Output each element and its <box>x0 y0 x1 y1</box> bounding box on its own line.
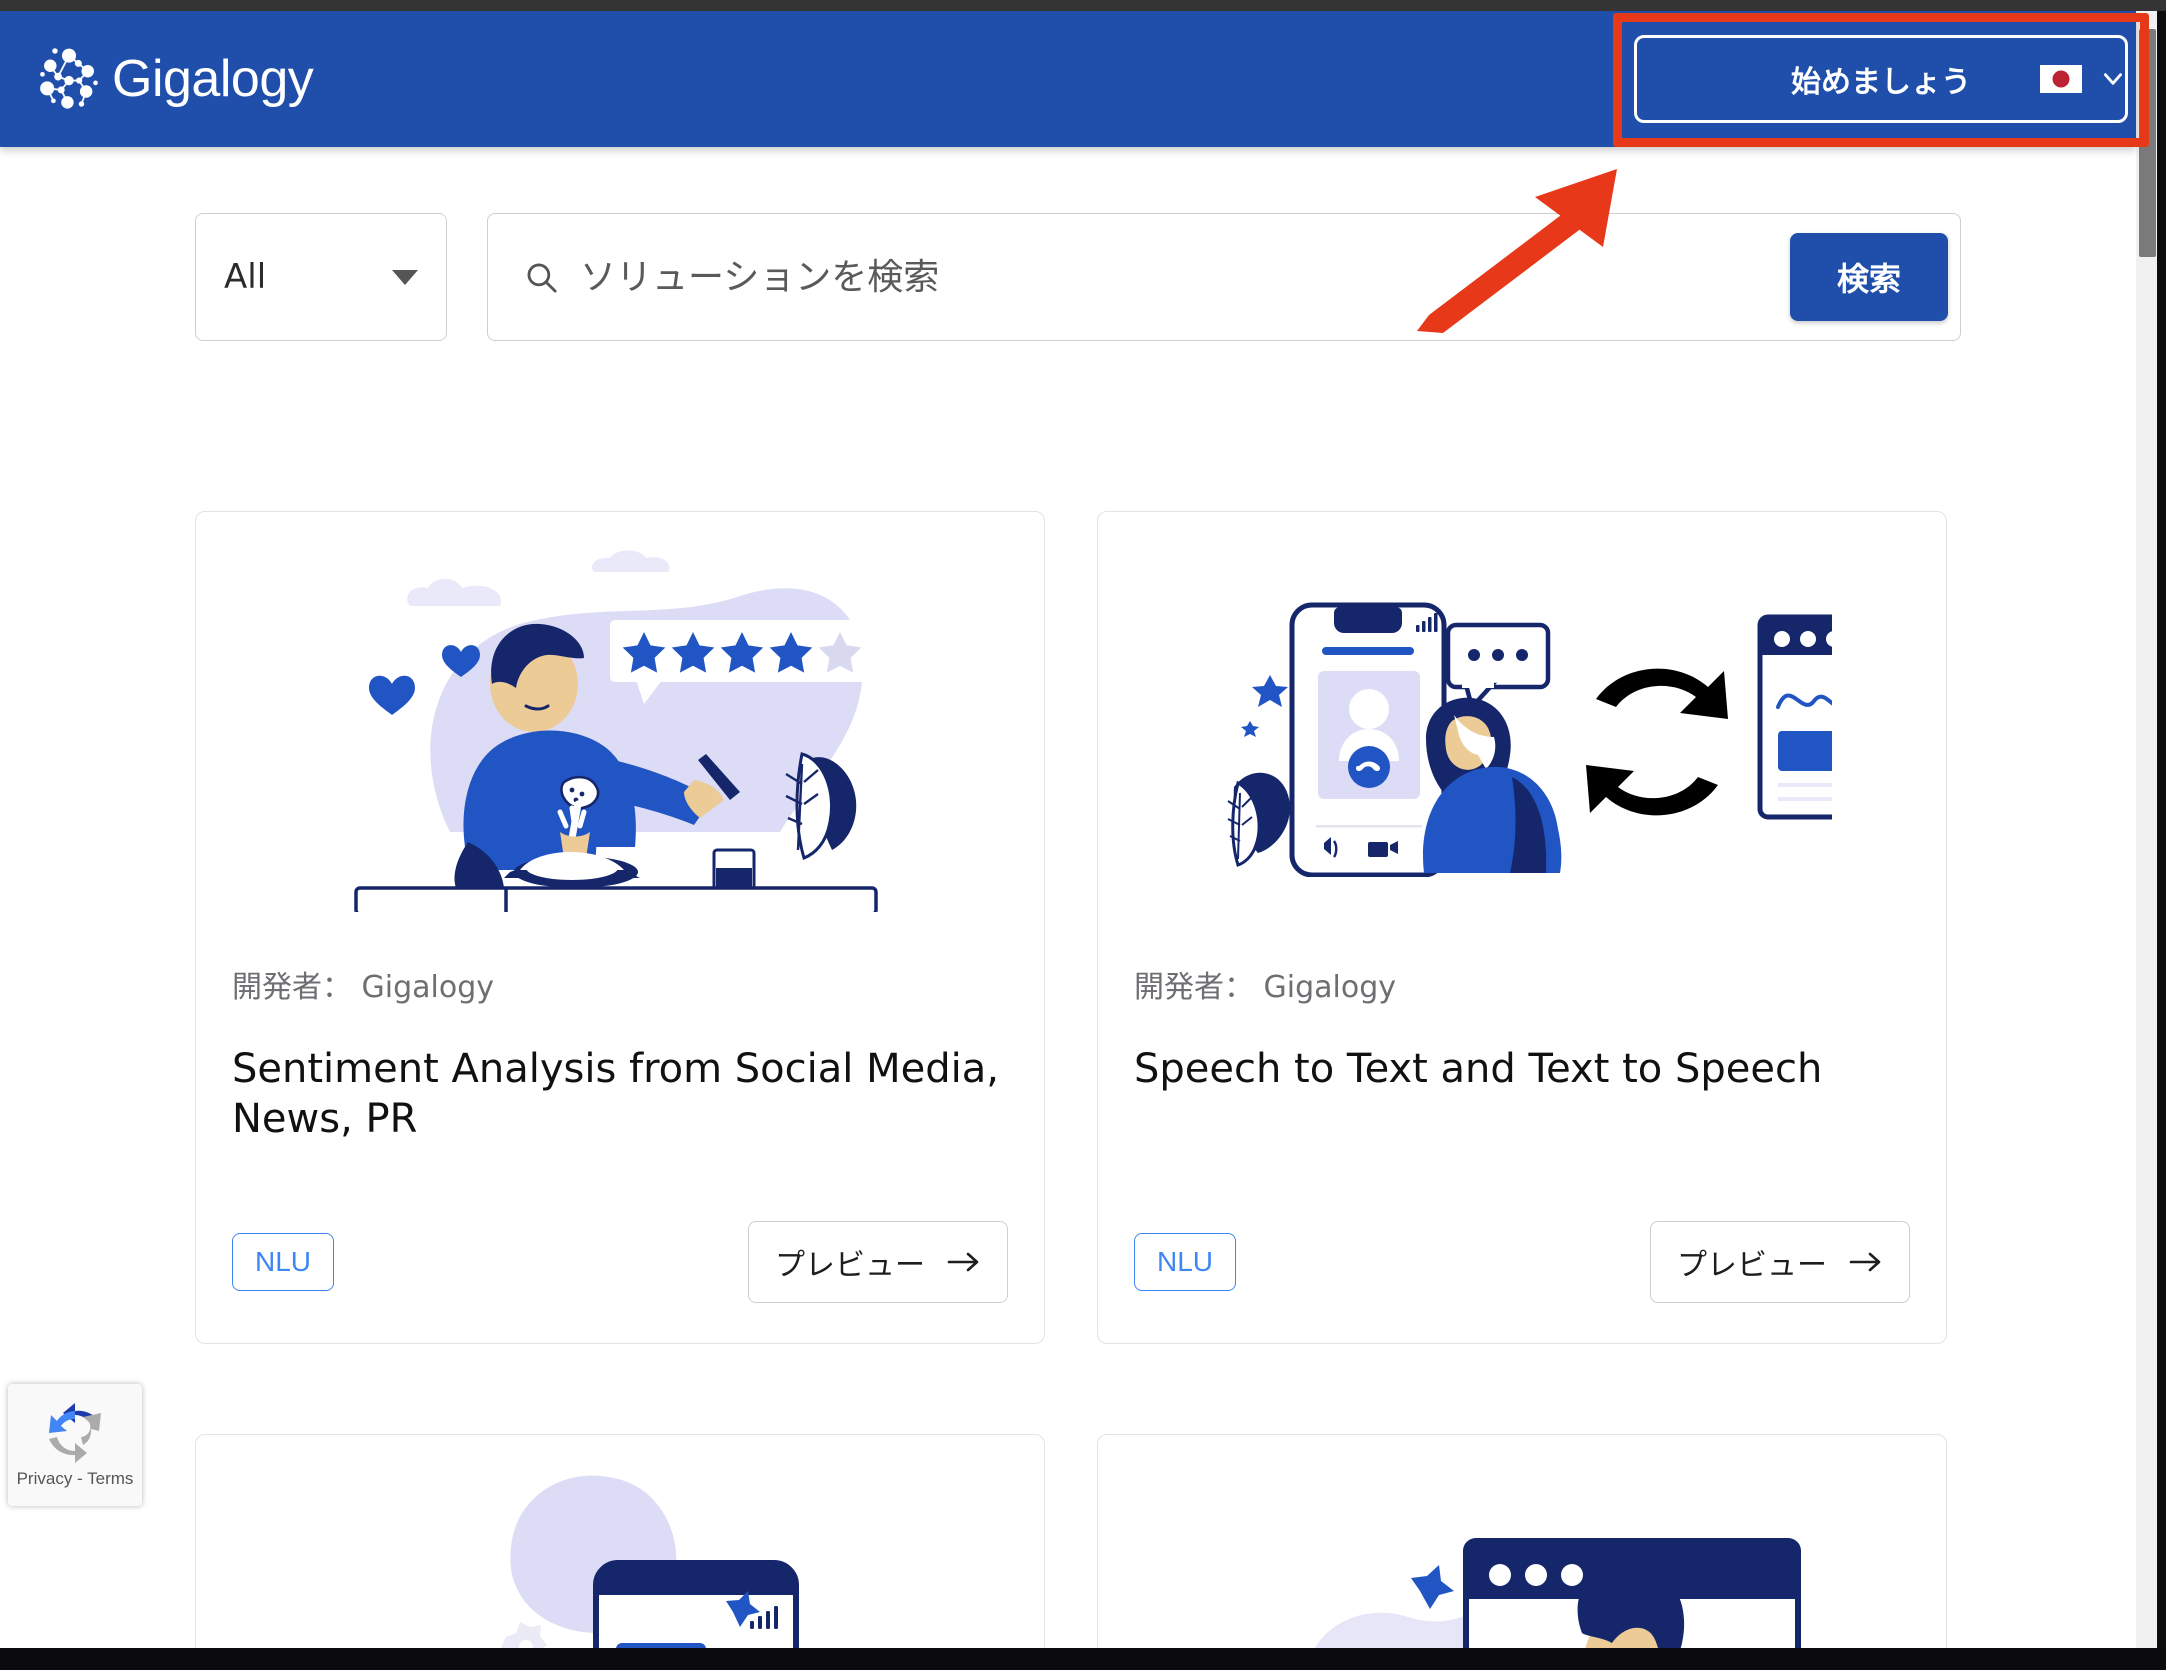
card-developer-label: 開発者： <box>1134 970 1254 1005</box>
browser-thumbs-up-illustration <box>1098 1435 1946 1648</box>
browser-bottom-chrome <box>0 1648 2166 1670</box>
card-developer-name: Gigalogy <box>1263 970 1397 1005</box>
page-scrollbar-thumb[interactable] <box>2139 29 2156 257</box>
card-tag[interactable]: NLU <box>1134 1233 1237 1291</box>
category-select-value: All <box>224 257 267 297</box>
browser-right-frame <box>2157 11 2166 1648</box>
search-input[interactable] <box>580 256 1768 298</box>
person-eating-star-rating-illustration <box>196 512 1044 912</box>
arrow-right-icon <box>1849 1252 1881 1272</box>
recaptcha-badge[interactable]: Privacy - Terms <box>8 1384 142 1506</box>
card-developer-label: 開発者： <box>232 970 352 1005</box>
card-preview-label: プレビュー <box>775 1248 925 1283</box>
search-bar-row: All 検索 <box>195 213 1961 341</box>
brand-wordmark: Gigalogy <box>112 50 314 108</box>
caret-down-icon <box>392 269 418 285</box>
card-preview-button[interactable]: プレビュー <box>1650 1221 1910 1303</box>
gigalogy-network-logo-icon <box>40 48 98 109</box>
card-footer: NLU プレビュー <box>1134 1221 1910 1303</box>
site-header: Gigalogy 始めましょう <box>0 11 2149 147</box>
page-viewport: Gigalogy 始めましょう All ソリューションを検索 検索 開発者： G… <box>0 11 2157 1648</box>
solution-card[interactable]: 開発者： Gigalogy <box>1097 1434 1947 1648</box>
brand-logo-link[interactable]: Gigalogy <box>30 40 314 118</box>
search-submit-button[interactable]: 検索 <box>1790 233 1948 321</box>
mobile-search-checkmark-illustration <box>196 1435 1044 1648</box>
card-developer-name: Gigalogy <box>361 970 495 1005</box>
card-footer: NLU プレビュー <box>232 1221 1008 1303</box>
get-started-button[interactable]: 始めましょう <box>1634 35 2128 123</box>
recaptcha-logo-icon <box>49 1403 101 1463</box>
search-icon <box>527 263 557 293</box>
recaptcha-privacy-terms-links[interactable]: Privacy - Terms <box>17 1469 134 1489</box>
card-preview-label: プレビュー <box>1677 1248 1827 1283</box>
card-title: Sentiment Analysis from Social Media, Ne… <box>232 1046 999 1142</box>
browser-top-chrome <box>0 0 2166 11</box>
solutions-grid: 開発者： Gigalogy Sentiment Analysis from So… <box>195 511 1961 1648</box>
card-title: Speech to Text and Text to Speech <box>1134 1046 1823 1092</box>
solution-card[interactable]: 開発者： Gigalogy <box>195 1434 1045 1648</box>
category-select[interactable]: All <box>195 213 447 341</box>
card-tag[interactable]: NLU <box>232 1233 335 1291</box>
card-developer: 開発者： Gigalogy <box>1134 962 1910 1006</box>
solution-card[interactable]: 開発者： Gigalogy Speech to Text and Text to… <box>1097 511 1947 1344</box>
solution-card[interactable]: 開発者： Gigalogy Sentiment Analysis from So… <box>195 511 1045 1344</box>
speech-to-text-sync-illustration <box>1098 512 1946 912</box>
card-developer: 開発者： Gigalogy <box>232 962 1008 1006</box>
card-preview-button[interactable]: プレビュー <box>748 1221 1008 1303</box>
search-field-wrap: 検索 <box>487 213 1961 341</box>
arrow-right-icon <box>947 1252 979 1272</box>
